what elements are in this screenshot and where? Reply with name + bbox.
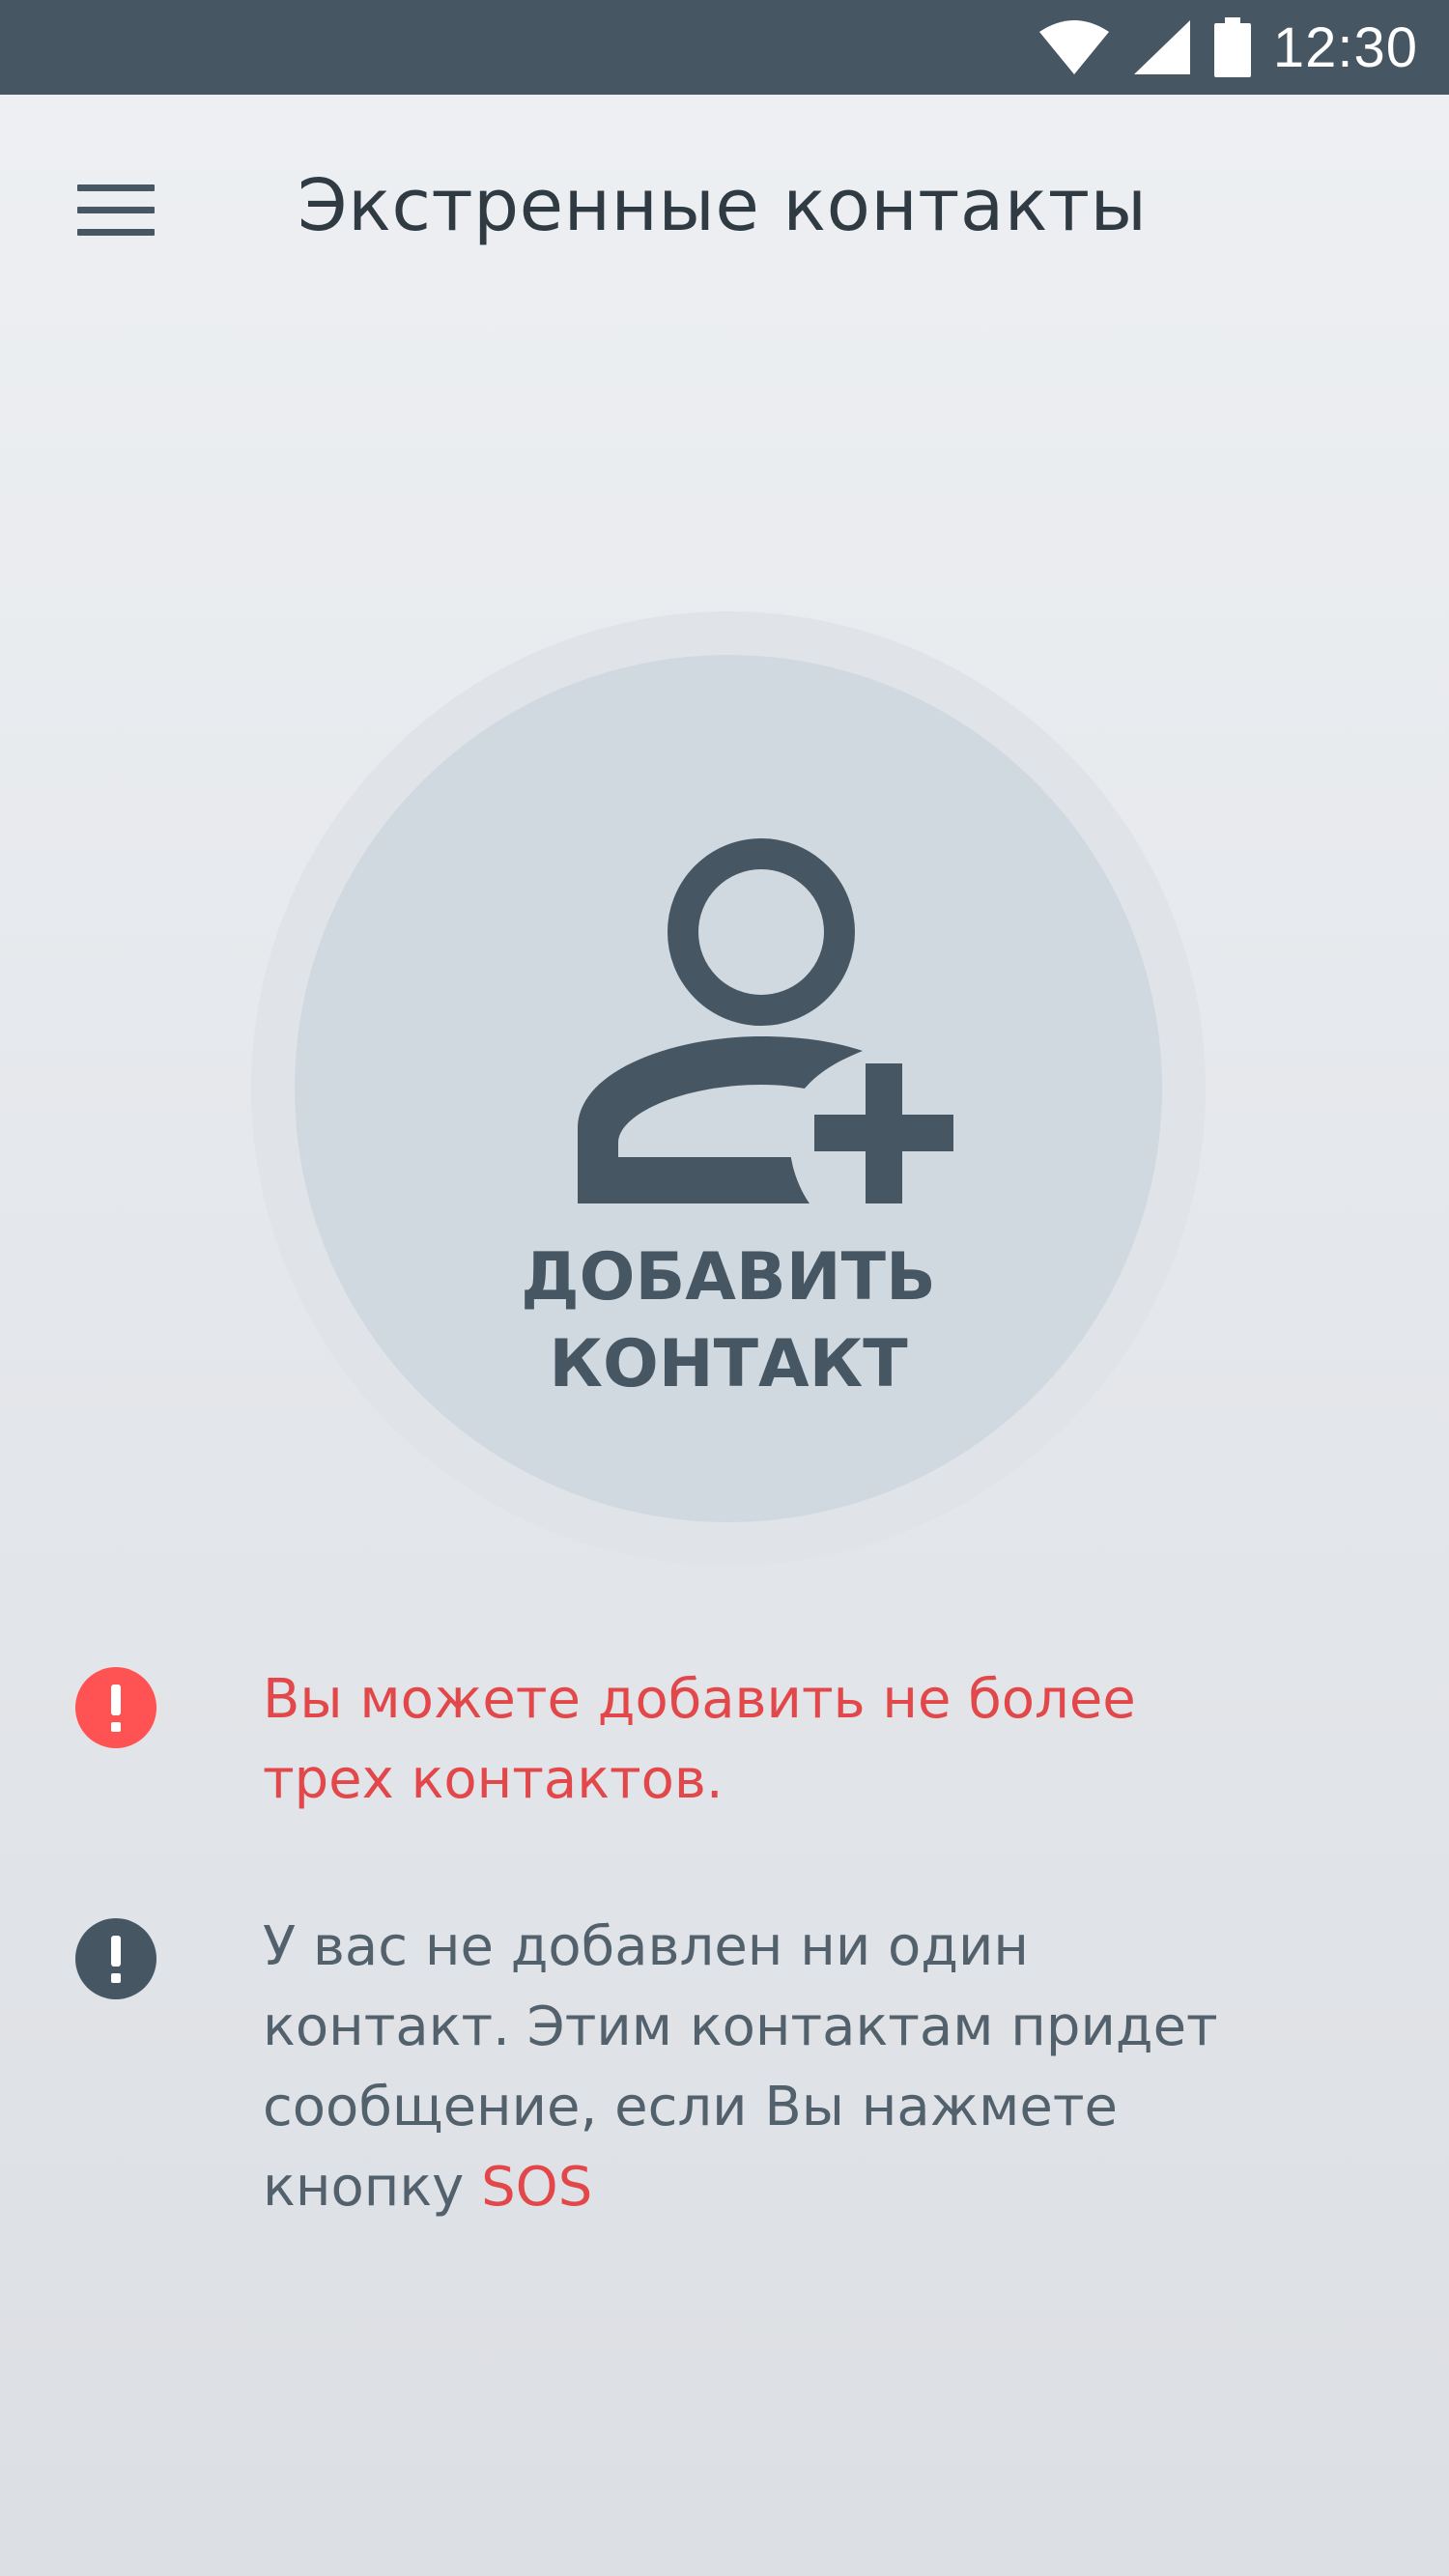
notice-empty-line2: контакт. Этим контактам придет [263, 1996, 1218, 2058]
add-contact-button[interactable]: ДОБАВИТЬ КОНТАКТ [295, 655, 1162, 1522]
add-contact-label-line2: КОНТАКТ [549, 1326, 908, 1402]
notice-limit-line2: трех контактов. [263, 1748, 724, 1811]
notice-empty-text: У вас не добавлен ни один контакт. Этим … [263, 1907, 1325, 2227]
page-title: Экстренные контакты [298, 164, 1148, 247]
notice-limit-line1: Вы можете добавить не более [263, 1668, 1136, 1731]
hamburger-menu-icon[interactable] [77, 182, 155, 240]
sos-highlight: SOS [481, 2156, 593, 2219]
add-contact-label-line1: ДОБАВИТЬ [521, 1239, 936, 1316]
notice-empty-line3: сообщение, если Вы нажмете [263, 2076, 1118, 2138]
notice-empty-line1: У вас не добавлен ни один [263, 1915, 1029, 1978]
battery-icon [1213, 17, 1252, 77]
cell-signal-icon [1132, 18, 1192, 76]
status-time: 12:30 [1272, 15, 1418, 79]
status-bar: 12:30 [0, 0, 1449, 95]
notice-empty-line4: кнопку SOS [263, 2147, 1325, 2227]
notice-limit-text: Вы можете добавить не более трех контакт… [263, 1659, 1325, 1820]
add-person-icon [578, 838, 964, 1229]
add-contact-halo: ДОБАВИТЬ КОНТАКТ [251, 611, 1206, 1566]
info-alert-icon [75, 1918, 156, 1999]
notice-empty-line4-prefix: кнопку [263, 2156, 482, 2219]
status-icons: 12:30 [1037, 0, 1418, 95]
app-bar: Экстренные контакты [0, 95, 1449, 336]
wifi-icon [1037, 18, 1111, 76]
alert-icon [75, 1667, 156, 1748]
add-contact-label: ДОБАВИТЬ КОНТАКТ [295, 1234, 1162, 1408]
